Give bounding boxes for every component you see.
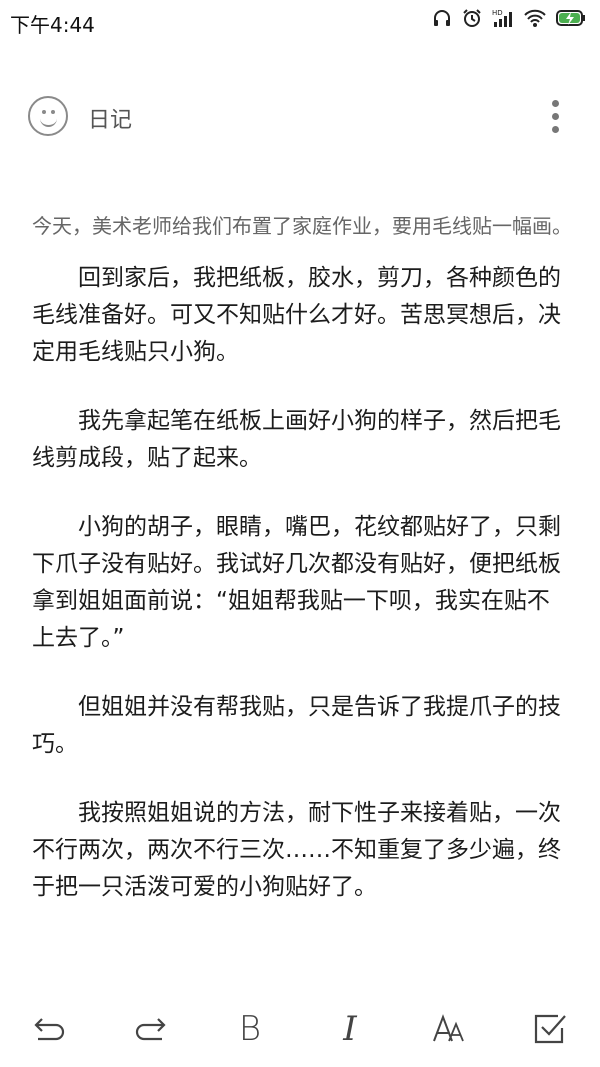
folder-label[interactable]: 日记 — [88, 102, 132, 134]
note-paragraph: 我按照姐姐说的方法，耐下性子来接着贴，一次不行两次，两次不行三次……不知重复了多… — [32, 800, 561, 900]
undo-icon[interactable] — [30, 1009, 70, 1049]
battery-charging-icon — [556, 10, 585, 26]
smiley-icon[interactable] — [28, 96, 68, 136]
note-paragraph: 我先拿起笔在纸板上画好小狗的样子，然后把毛线剪成段，贴了起来。 — [32, 408, 561, 471]
network-label: HD — [492, 9, 503, 17]
note-header: 日记 — [0, 88, 600, 144]
note-intro: 今天，美术老师给我们布置了家庭作业，要用毛线贴一幅画。 — [32, 214, 572, 238]
checkbox-icon[interactable] — [530, 1009, 570, 1049]
hd-signal-icon: HD — [492, 9, 512, 27]
note-paragraph: 小狗的胡子，眼睛，嘴巴，花纹都贴好了，只剩下爪子没有贴好。我试好几次都没有贴好，… — [32, 514, 561, 651]
note-body[interactable]: 今天，美术老师给我们布置了家庭作业，要用毛线贴一幅画。 回到家后，我把纸板，胶水… — [32, 210, 572, 980]
note-paragraph: 但姐姐并没有帮我贴，只是告诉了我提爪子的技巧。 — [32, 694, 561, 757]
note-paragraph: 回到家后，我把纸板，胶水，剪刀，各种颜色的毛线准备好。可又不知贴什么才好。苦思冥… — [32, 265, 561, 365]
wifi-icon — [524, 9, 546, 27]
alarm-icon — [463, 9, 481, 27]
format-toolbar: B I — [0, 990, 600, 1067]
font-size-icon[interactable] — [430, 1009, 470, 1049]
italic-button[interactable]: I — [330, 1009, 370, 1049]
redo-icon[interactable] — [130, 1009, 170, 1049]
bold-button[interactable]: B — [230, 1009, 270, 1049]
status-bar: 下午4:44 HD — [0, 0, 600, 44]
status-icons: HD — [432, 8, 586, 28]
headphones-icon — [434, 10, 450, 26]
more-vertical-icon[interactable] — [552, 100, 560, 139]
status-time: 下午4:44 — [10, 13, 95, 37]
